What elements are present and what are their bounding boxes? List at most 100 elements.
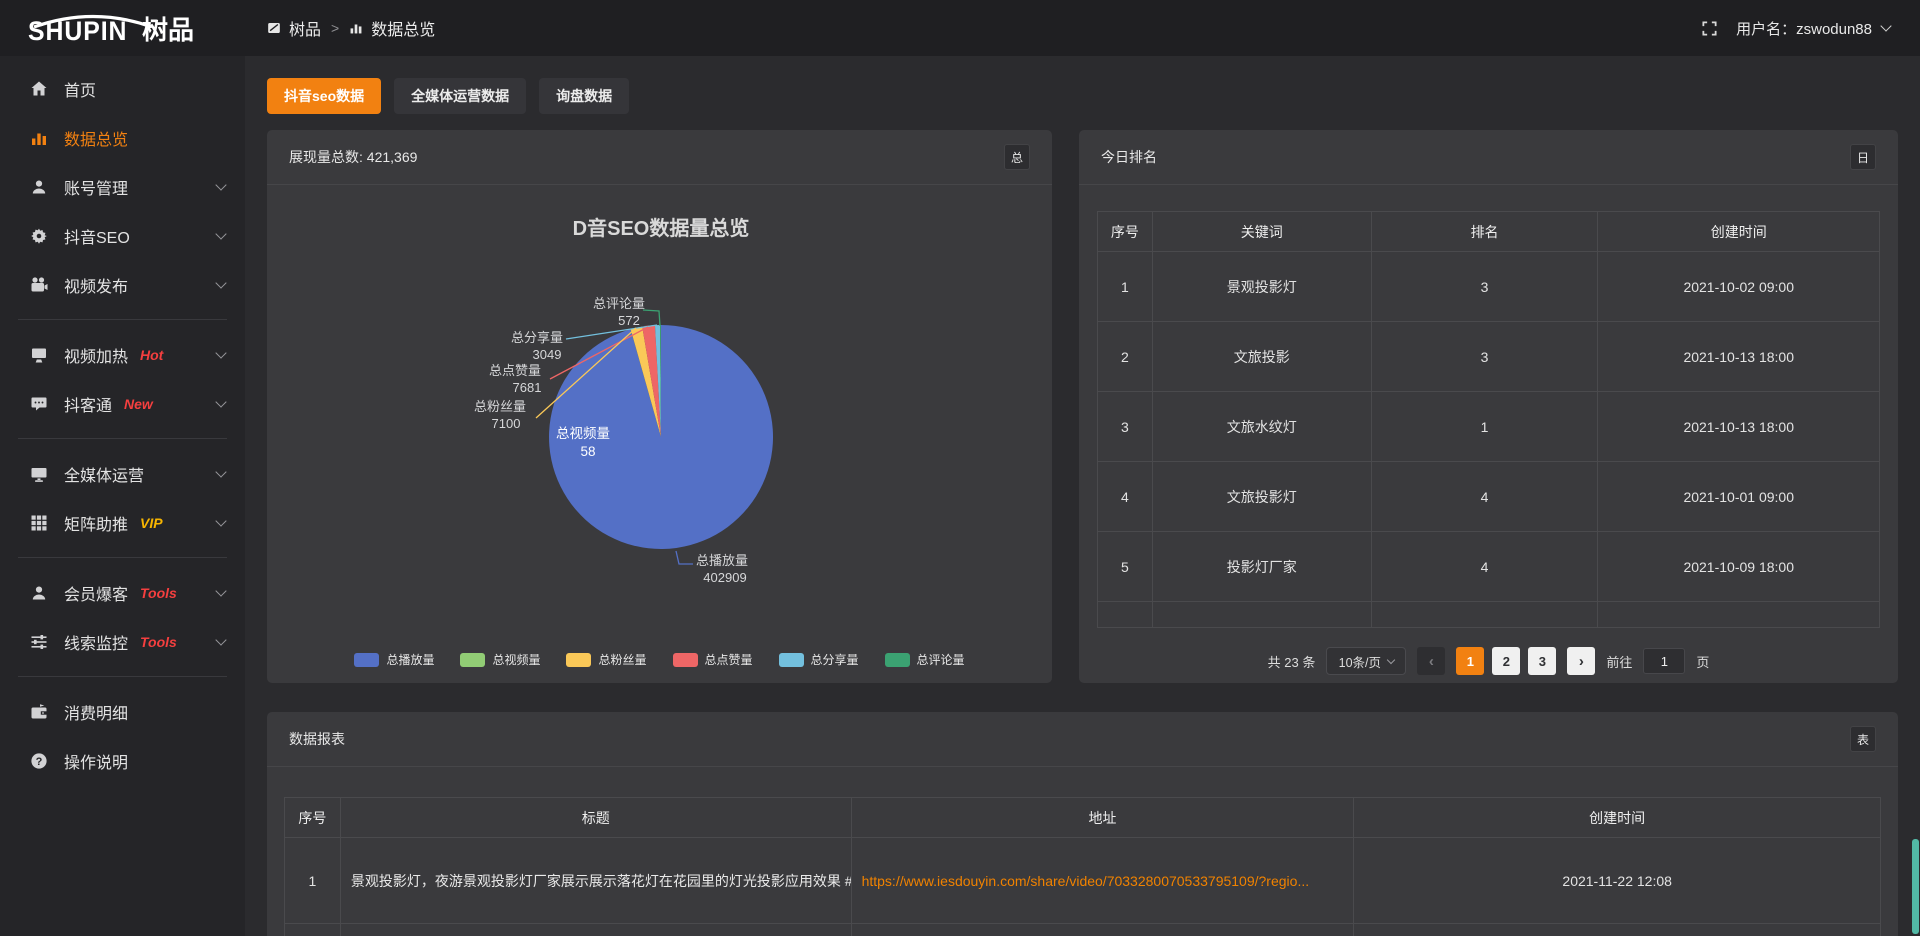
topbar-right: 用户名：zswodun88	[1701, 18, 1890, 39]
cell-url: https://www.iesdouyin.com/share/video/70…	[851, 838, 1354, 924]
tab-douyin-seo-data[interactable]: 抖音seo数据	[267, 78, 381, 114]
chevron-down-icon	[215, 634, 226, 645]
col-created: 创建时间	[1598, 212, 1880, 252]
cell-title: 景观投影灯，夜游景观投影灯厂家展示展示落花灯在花园里的灯光投影应用效果 #	[340, 838, 851, 924]
col-url: 地址	[851, 798, 1354, 838]
page-size-select[interactable]: 10条/页	[1326, 647, 1406, 675]
col-keyword: 关键词	[1152, 212, 1371, 252]
cell-created: 2021-10-01 09:00	[1598, 462, 1880, 532]
chevron-down-icon	[215, 515, 226, 526]
label-comments-value: 572	[618, 313, 640, 328]
cell-rank: 4	[1371, 532, 1598, 602]
cell-no: 5	[1098, 532, 1153, 602]
tab-inquiry-data[interactable]: 询盘数据	[539, 78, 629, 114]
label-plays-value: 402909	[703, 570, 746, 585]
legend-item[interactable]: 总分享量	[779, 651, 859, 668]
legend-item[interactable]: 总播放量	[354, 651, 434, 668]
sidebar-item-label: 矩阵助推	[64, 511, 128, 535]
ranking-table-wrap: 序号 关键词 排名 创建时间 1 景观投影灯 3	[1079, 185, 1898, 675]
breadcrumb-separator: >	[331, 20, 339, 36]
sidebar-divider	[18, 319, 227, 320]
username[interactable]: 用户名：zswodun88	[1736, 18, 1872, 39]
tools-badge: Tools	[140, 585, 177, 601]
chevron-down-icon	[1387, 655, 1395, 663]
sidebar-item-account[interactable]: 账号管理	[0, 162, 245, 211]
table-row: 2 文旅投影 3 2021-10-13 18:00	[1098, 322, 1880, 392]
main-content: 抖音seo数据 全媒体运营数据 询盘数据 展现量总数: 421,369 总 D音…	[245, 56, 1920, 936]
legend-swatch	[566, 653, 591, 667]
sidebar-item-matrix-boost[interactable]: 矩阵助推 VIP	[0, 498, 245, 547]
breadcrumb-current: 数据总览	[371, 16, 435, 40]
chevron-down-icon	[215, 277, 226, 288]
col-no: 序号	[285, 798, 341, 838]
goto-page-input[interactable]	[1643, 648, 1685, 674]
sidebar-item-douketong[interactable]: 抖客通 New	[0, 379, 245, 428]
panel-overview-header: 展现量总数: 421,369 总	[267, 130, 1052, 185]
sidebar-item-label: 会员爆客	[64, 581, 128, 605]
total-toggle-button[interactable]: 总	[1004, 144, 1030, 170]
legend-swatch	[779, 653, 804, 667]
sidebar-item-help[interactable]: ? 操作说明	[0, 736, 245, 785]
sidebar-item-label: 线索监控	[64, 630, 128, 654]
cell-created: 2021-10-13 18:00	[1598, 322, 1880, 392]
legend-item[interactable]: 总粉丝量	[566, 651, 646, 668]
cell-no: 1	[1098, 252, 1153, 322]
next-page-button[interactable]: ›	[1567, 647, 1595, 675]
sidebar-divider	[18, 676, 227, 677]
logo-text-en: SHUPIN	[28, 16, 127, 47]
scrollbar-thumb[interactable]	[1912, 839, 1919, 934]
sidebar-item-label: 操作说明	[64, 749, 128, 773]
legend-item[interactable]: 总评论量	[885, 651, 965, 668]
fullscreen-icon[interactable]	[1701, 20, 1718, 37]
app-logo: SHUPIN 树品	[0, 10, 245, 47]
sidebar-item-label: 抖音SEO	[64, 224, 130, 248]
sidebar-item-video-publish[interactable]: 视频发布	[0, 260, 245, 309]
ranking-title: 今日排名	[1101, 147, 1157, 167]
sidebar-item-spend-details[interactable]: 消费明细	[0, 687, 245, 736]
sidebar-item-home[interactable]: 首页	[0, 64, 245, 113]
report-table: 序号 标题 地址 创建时间 1 景观投影灯，夜游景观投影灯厂家展示展示落花灯在花…	[284, 797, 1881, 936]
legend-item[interactable]: 总视频量	[460, 651, 540, 668]
page-button[interactable]: 3	[1528, 647, 1556, 675]
cell-rank: 3	[1371, 252, 1598, 322]
sidebar-item-label: 视频加热	[64, 343, 128, 367]
sidebar-item-member-leads[interactable]: 会员爆客 Tools	[0, 568, 245, 617]
day-toggle-button[interactable]: 日	[1850, 144, 1876, 170]
table-row: 1 景观投影灯，夜游景观投影灯厂家展示展示落花灯在花园里的灯光投影应用效果 # …	[285, 838, 1881, 924]
sidebar-item-label: 抖客通	[64, 392, 112, 416]
hot-badge: Hot	[140, 347, 163, 363]
gear-icon	[30, 227, 50, 245]
sidebar-item-omnimedia[interactable]: 全媒体运营	[0, 449, 245, 498]
video-link[interactable]: https://www.iesdouyin.com/share/video/70…	[862, 873, 1310, 889]
table-toggle-button[interactable]: 表	[1850, 726, 1876, 752]
sidebar-item-label: 数据总览	[64, 126, 128, 150]
sidebar-divider	[18, 438, 227, 439]
page-size-value: 10条/页	[1339, 652, 1381, 671]
overview-total-label: 展现量总数: 421,369	[289, 147, 417, 167]
chat-bubble-icon	[30, 395, 50, 413]
label-comments-name: 总评论量	[593, 296, 645, 311]
page-button[interactable]: 2	[1492, 647, 1520, 675]
chevron-down-icon	[215, 228, 226, 239]
sidebar-item-data-overview[interactable]: 数据总览	[0, 113, 245, 162]
chart-title: D音SEO数据量总览	[573, 216, 750, 240]
sidebar-item-label: 首页	[64, 77, 96, 101]
cell-no: 2	[1098, 322, 1153, 392]
total-count: 共 23 条	[1268, 652, 1316, 671]
page-button[interactable]: 1	[1456, 647, 1484, 675]
breadcrumb-root[interactable]: 树品	[289, 16, 321, 40]
chevron-down-icon	[215, 347, 226, 358]
legend-label: 总分享量	[811, 651, 859, 668]
legend-item[interactable]: 总点赞量	[673, 651, 753, 668]
legend-swatch	[460, 653, 485, 667]
bar-chart-icon	[30, 129, 50, 147]
sidebar-item-lead-monitor[interactable]: 线索监控 Tools	[0, 617, 245, 666]
tab-omnimedia-data[interactable]: 全媒体运营数据	[394, 78, 526, 114]
prev-page-button[interactable]: ‹	[1417, 647, 1445, 675]
label-fans-name: 总粉丝量	[474, 399, 526, 414]
bar-chart-icon	[349, 21, 363, 35]
sidebar-item-douyin-seo[interactable]: 抖音SEO	[0, 211, 245, 260]
ranking-header-row: 序号 关键词 排名 创建时间	[1098, 212, 1880, 252]
cell-keyword: 文旅投影	[1152, 322, 1371, 392]
sidebar-item-video-heat[interactable]: 视频加热 Hot	[0, 330, 245, 379]
